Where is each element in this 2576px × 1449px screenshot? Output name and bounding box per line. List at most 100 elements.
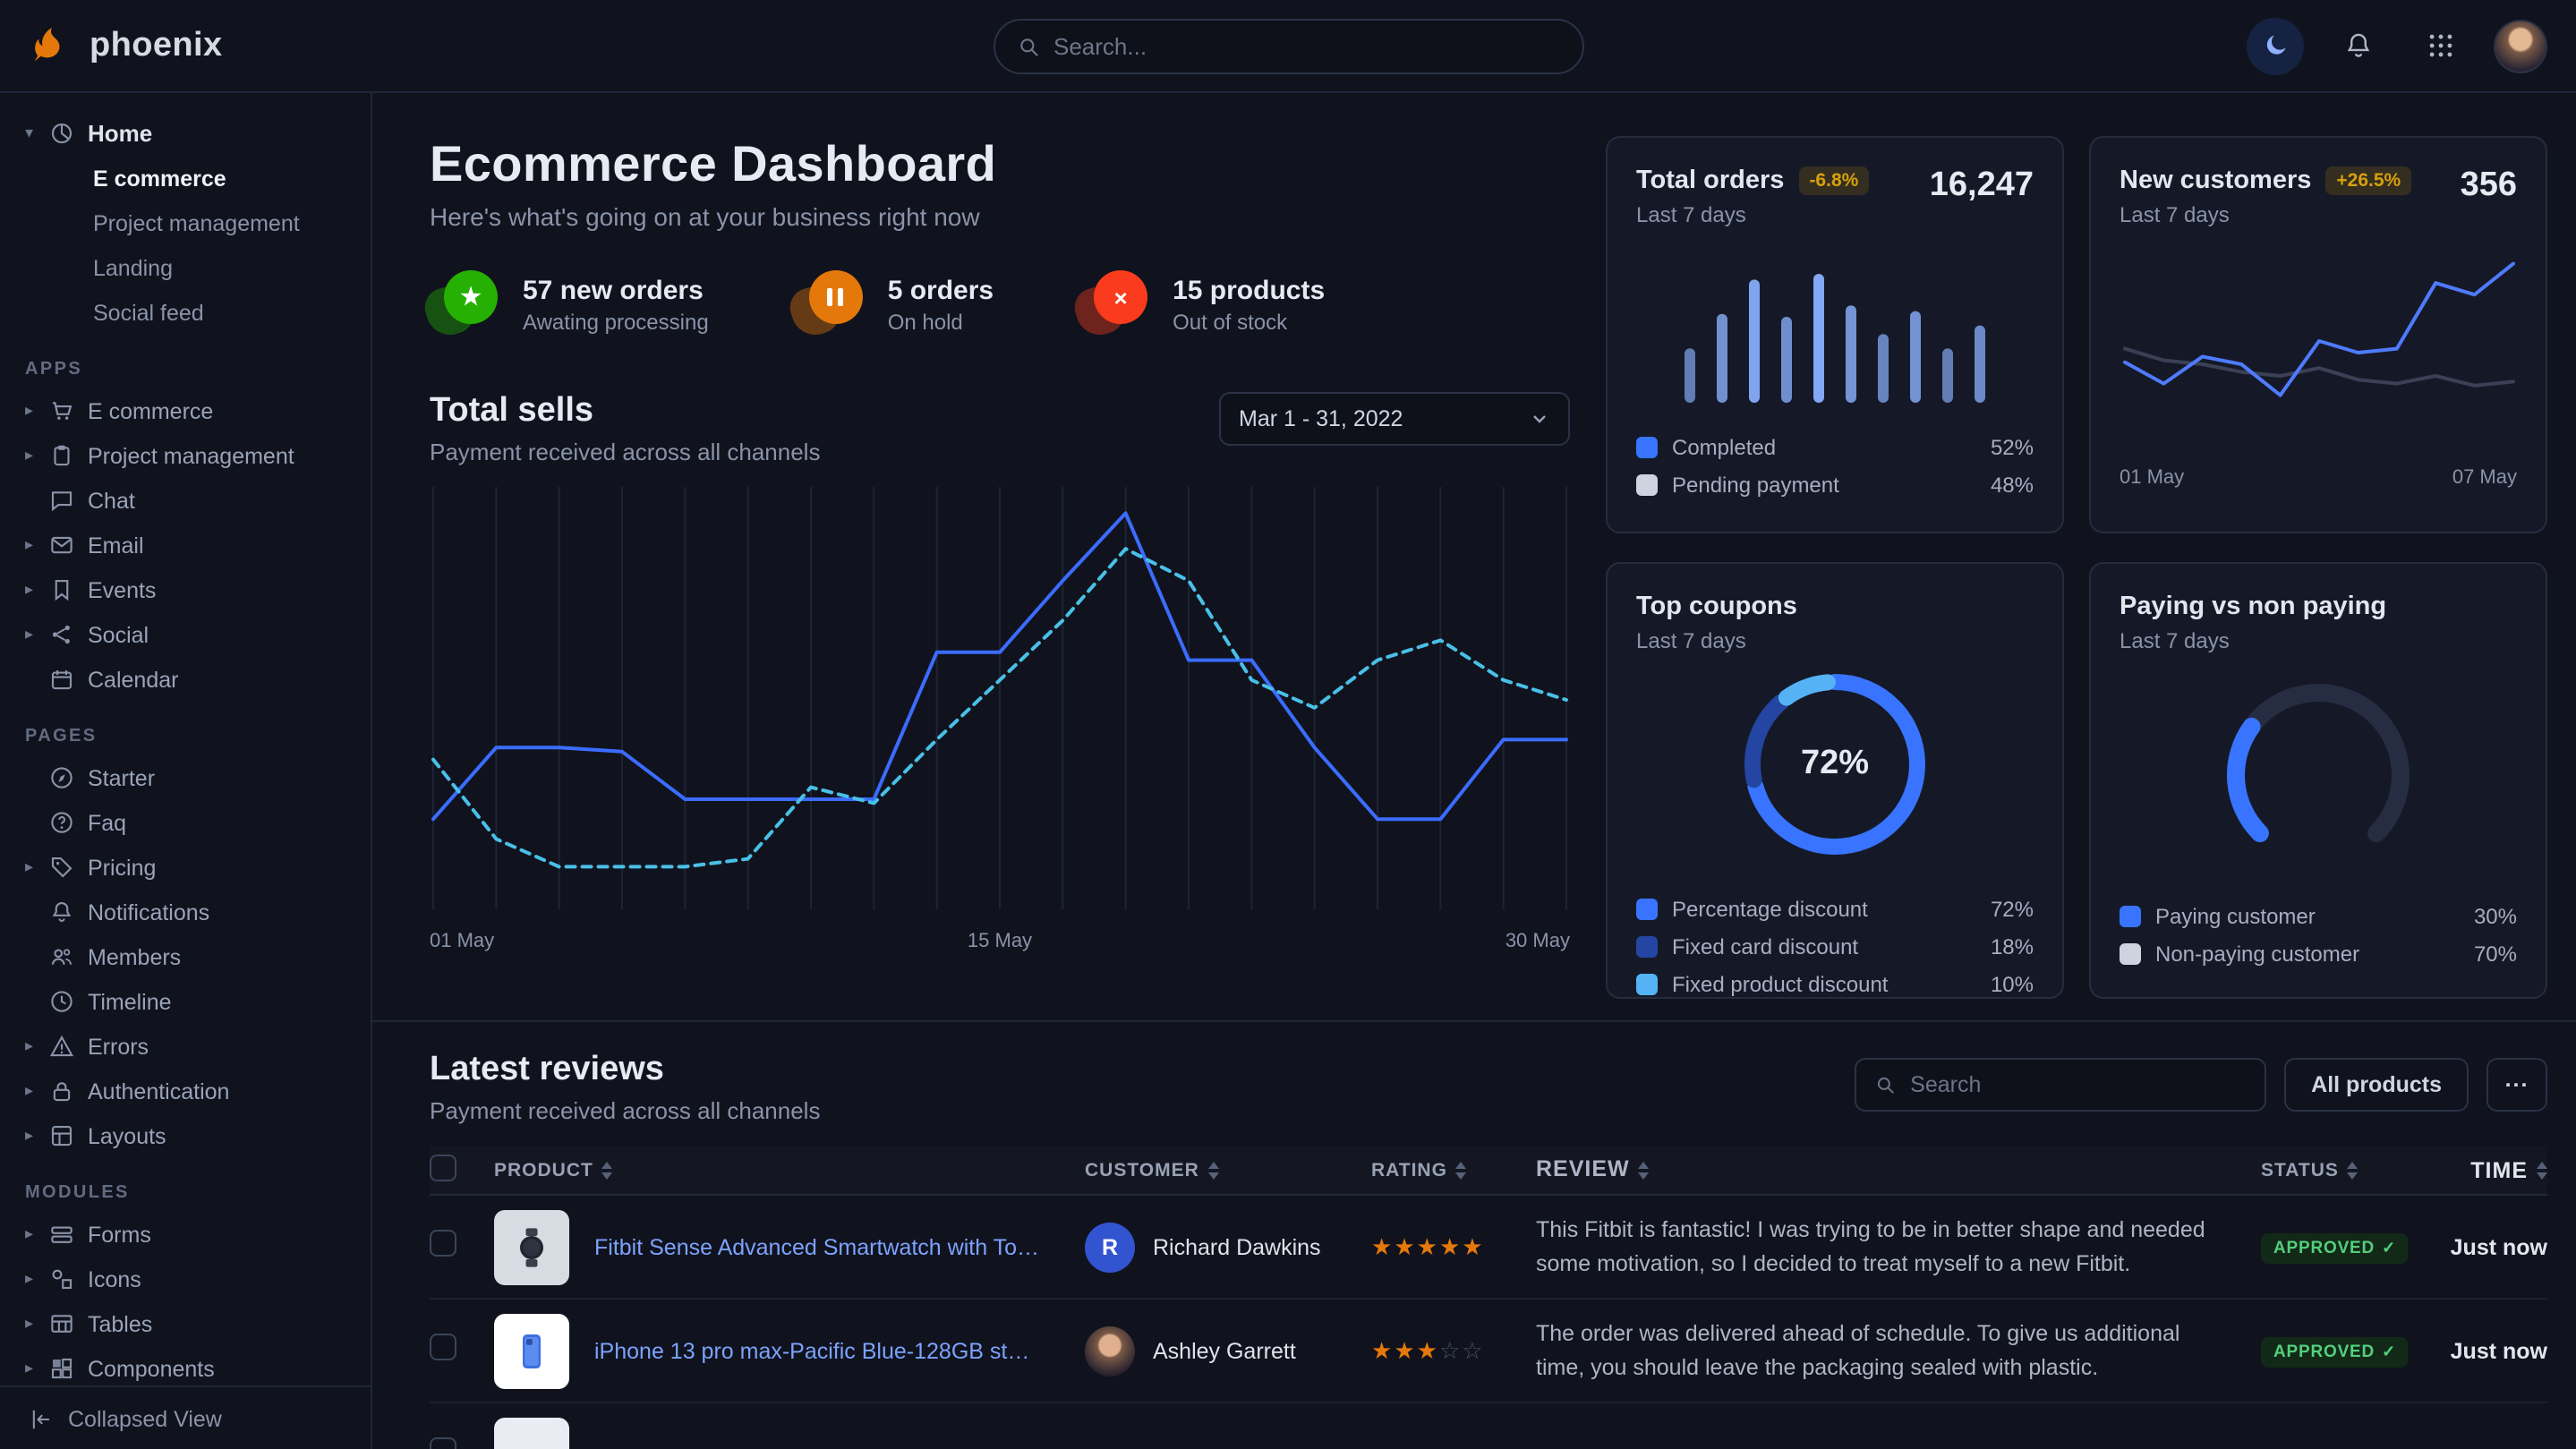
page-subtitle: Here's what's going on at your business … [430, 202, 1570, 231]
date-range-select[interactable]: Mar 1 - 31, 2022 [1219, 392, 1570, 446]
sort-icon[interactable] [1639, 1161, 1650, 1179]
global-search-input[interactable] [1053, 32, 1560, 59]
table-icon [48, 1310, 88, 1337]
sort-icon[interactable] [1456, 1161, 1467, 1179]
sidebar-item-errors[interactable]: ▸Errors [0, 1024, 371, 1069]
sidebar-item-tables[interactable]: ▸ Tables [0, 1301, 371, 1346]
chevron-down-icon [1529, 408, 1550, 430]
legend-swatch [2120, 942, 2141, 964]
chevron-right-icon: ▸ [25, 1314, 48, 1334]
notifications-button[interactable] [2329, 17, 2386, 74]
sidebar-item-icons[interactable]: ▸Icons [0, 1257, 371, 1301]
legend-value: 48% [1991, 472, 2034, 497]
sidebar-item-calendar[interactable]: Calendar [0, 657, 371, 702]
reviews-search-input[interactable] [1910, 1072, 2247, 1097]
product-link[interactable]: iPhone 13 pro max-Pacific Blue-128GB sto… [594, 1338, 1042, 1363]
sidebar-subitem-social-feed[interactable]: Social feed [0, 290, 371, 335]
sidebar-item-chat[interactable]: Chat [0, 478, 371, 523]
axis-label: 01 May [430, 931, 494, 952]
stat-caption: Awating processing [523, 309, 709, 334]
sort-icon[interactable] [602, 1161, 613, 1179]
axis-label: 07 May [2452, 467, 2517, 489]
sort-icon[interactable] [1208, 1161, 1219, 1179]
chat-icon [48, 487, 88, 514]
brand[interactable]: phoenix [29, 22, 223, 69]
card-title: New customers [2120, 166, 2311, 195]
all-products-button[interactable]: All products [2284, 1058, 2469, 1112]
sidebar-item-faq[interactable]: Faq [0, 800, 371, 845]
row-checkbox[interactable] [430, 1437, 456, 1449]
row-checkbox[interactable] [430, 1333, 456, 1360]
chevron-down-icon: ▾ [25, 124, 48, 143]
card-period: Last 7 days [2120, 628, 2517, 653]
product-image [494, 1418, 569, 1449]
select-all-checkbox[interactable] [430, 1154, 456, 1181]
sidebar-item-label: Events [88, 577, 156, 602]
legend-value: 70% [2474, 941, 2517, 966]
star-icon: ★ [430, 270, 501, 338]
product-link[interactable]: Fitbit Sense Advanced Smartwatch with To… [594, 1234, 1042, 1259]
sort-icon[interactable] [2537, 1161, 2547, 1179]
more-options-button[interactable]: ... [2486, 1058, 2547, 1112]
sidebar-item-label: E commerce [88, 398, 213, 423]
sidebar-item-project-management[interactable]: ▸Project management [0, 433, 371, 478]
bell-icon [48, 899, 88, 925]
apps-menu-button[interactable] [2411, 17, 2469, 74]
stat-value: 5 orders [888, 275, 994, 305]
legend-label: Fixed product discount [1672, 971, 1888, 996]
column-header: PRODUCT [494, 1159, 593, 1181]
app-root: phoenix ▾ Home E commerce [0, 0, 2576, 1449]
sidebar-item-pricing[interactable]: ▸Pricing [0, 845, 371, 890]
legend-value: 72% [1991, 896, 2034, 921]
warning-icon [48, 1033, 88, 1060]
sidebar-item-email[interactable]: ▸Email [0, 523, 371, 567]
sidebar-item-starter[interactable]: Starter [0, 755, 371, 800]
review-time: Just now [2433, 1234, 2547, 1259]
sidebar-item-components[interactable]: ▸Components [0, 1346, 371, 1385]
card-period: Last 7 days [1636, 202, 1869, 227]
legend-label: Paying customer [2155, 903, 2316, 928]
sidebar-subitem-landing[interactable]: Landing [0, 245, 371, 290]
sidebar-item-members[interactable]: Members [0, 934, 371, 979]
sidebar: ▾ Home E commerceProject managementLandi… [0, 93, 372, 1449]
legend-value: 18% [1991, 933, 2034, 959]
sidebar-subitem-e-commerce[interactable]: E commerce [0, 156, 371, 200]
card-period: Last 7 days [2120, 202, 2411, 227]
sidebar-item-e-commerce[interactable]: ▸E commerce [0, 388, 371, 433]
sidebar-item-notifications[interactable]: Notifications [0, 890, 371, 934]
pause-icon [795, 270, 866, 338]
chevron-right-icon: ▸ [25, 1036, 48, 1056]
user-avatar[interactable] [2494, 19, 2547, 72]
reviews-subtitle: Payment received across all channels [430, 1097, 820, 1124]
sidebar-sections: APPS▸E commerce▸Project managementChat▸E… [0, 360, 371, 1385]
share-icon [48, 621, 88, 648]
legend-label: Completed [1672, 434, 1776, 459]
star-empty-icon: ☆ [1462, 1336, 1484, 1363]
row-checkbox[interactable] [430, 1229, 456, 1256]
total-sells-title: Total sells [430, 392, 820, 431]
star-filled-icon: ★ [1417, 1336, 1439, 1363]
review-text: This Fitbit is fantastic! I was trying t… [1536, 1215, 2261, 1280]
reviews-search[interactable] [1855, 1058, 2266, 1112]
sidebar-item-timeline[interactable]: Timeline [0, 979, 371, 1024]
chevron-right-icon: ▸ [25, 535, 48, 555]
sidebar-item-label: Tables [88, 1311, 152, 1336]
global-search[interactable] [993, 18, 1583, 73]
sidebar-item-forms[interactable]: ▸Forms [0, 1212, 371, 1257]
sidebar-item-layouts[interactable]: ▸Layouts [0, 1113, 371, 1158]
theme-toggle-button[interactable] [2247, 17, 2304, 74]
sidebar-item-events[interactable]: ▸Events [0, 567, 371, 612]
legend-swatch [1636, 935, 1658, 957]
total-sells-subtitle: Payment received across all channels [430, 439, 820, 465]
axis-label: 30 May [1506, 931, 1570, 952]
legend-item: Non-paying customer 70% [2120, 934, 2517, 972]
collapse-label: Collapsed View [68, 1406, 222, 1431]
sidebar-item-social[interactable]: ▸Social [0, 612, 371, 657]
sort-icon[interactable] [2348, 1161, 2358, 1179]
sidebar-item-home[interactable]: ▾ Home [0, 111, 371, 156]
page-title: Ecommerce Dashboard [430, 136, 1570, 193]
sidebar-subitem-project-management[interactable]: Project management [0, 200, 371, 245]
sidebar-section-title: MODULES [25, 1183, 371, 1203]
collapse-sidebar-button[interactable]: Collapsed View [0, 1385, 371, 1449]
sidebar-item-authentication[interactable]: ▸Authentication [0, 1069, 371, 1113]
